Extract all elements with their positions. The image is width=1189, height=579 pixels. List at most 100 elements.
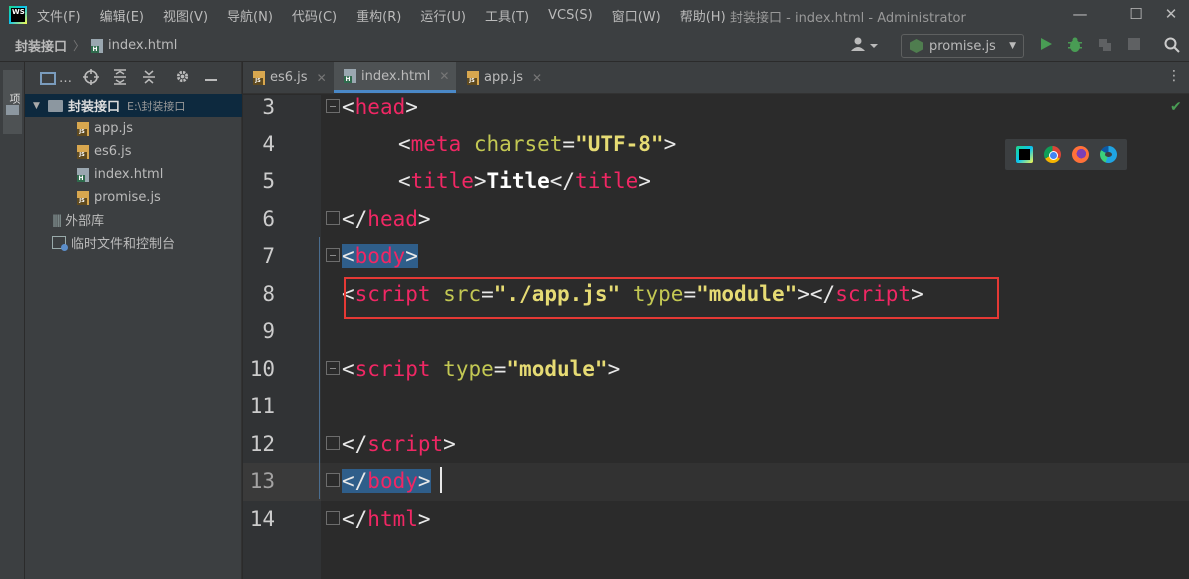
collapse-all-icon[interactable]: [140, 69, 158, 87]
line-number: 8: [262, 282, 275, 306]
chrome-icon[interactable]: [1043, 146, 1061, 163]
menu-help[interactable]: 帮助(H): [680, 6, 726, 25]
code-punct: </: [342, 469, 368, 493]
code-line-14: </html>: [342, 507, 431, 545]
tree-file-label: es6.js: [94, 144, 132, 159]
tree-external-libs-label: 外部库: [65, 214, 105, 229]
inspection-ok-icon[interactable]: ✔: [1170, 99, 1182, 115]
minimize-button[interactable]: —: [1069, 4, 1091, 24]
close-button[interactable]: ✕: [1160, 4, 1182, 24]
line-number: 11: [249, 394, 275, 418]
tool-window-strip: 项目: [0, 62, 25, 579]
menu-view[interactable]: 视图(V): [163, 6, 208, 25]
tree-file-app-js[interactable]: app.js: [25, 117, 242, 140]
menu-navigate[interactable]: 导航(N): [227, 6, 273, 25]
code-punct: >: [405, 244, 418, 268]
fold-marker[interactable]: [326, 211, 340, 225]
html-file-icon: [77, 167, 89, 182]
maximize-button[interactable]: ☐: [1125, 4, 1147, 24]
chevron-down-icon[interactable]: ▼: [33, 101, 45, 111]
tree-file-es6-js[interactable]: es6.js: [25, 140, 242, 163]
line-number: 9: [262, 319, 275, 343]
tree-file-promise-js[interactable]: promise.js: [25, 186, 242, 209]
menu-window[interactable]: 窗口(W): [612, 6, 661, 25]
menu-code[interactable]: 代码(C): [292, 6, 337, 25]
breadcrumb-separator: 〉: [73, 39, 86, 53]
annotation-highlight-box: [344, 277, 999, 319]
code-attr: type: [443, 357, 494, 381]
code-punct: >: [663, 132, 677, 156]
fold-marker[interactable]: [326, 99, 340, 113]
code-editor[interactable]: 3 4 5 6 7 8 9 10 11 12 13 14 <head> <met…: [243, 95, 1189, 579]
gear-icon[interactable]: [173, 69, 191, 87]
menu-tools[interactable]: 工具(T): [485, 6, 529, 25]
menu-refactor[interactable]: 重构(R): [356, 6, 401, 25]
edge-icon[interactable]: [1099, 146, 1117, 163]
coverage-icon[interactable]: [1096, 37, 1114, 55]
close-icon[interactable]: ✕: [317, 71, 327, 85]
close-icon[interactable]: ✕: [439, 69, 449, 83]
menu-vcs[interactable]: VCS(S): [548, 8, 593, 23]
code-line-4: <meta charset="UTF-8">: [398, 132, 676, 170]
fold-marker[interactable]: [326, 361, 340, 375]
webstorm-logo-icon[interactable]: WS: [9, 6, 27, 24]
code-punct: >: [417, 507, 431, 531]
menu-run[interactable]: 运行(U): [420, 6, 466, 25]
search-icon[interactable]: [1163, 37, 1181, 55]
code-punct: </: [342, 432, 368, 456]
menu-file[interactable]: 文件(F): [37, 6, 81, 25]
project-view-select[interactable]: …: [59, 71, 72, 86]
tab-es6-js[interactable]: es6.js ✕: [243, 62, 332, 93]
code-tag: body: [354, 244, 406, 268]
tree-root-folder[interactable]: ▼ 封装接口 E:\封装接口: [25, 94, 242, 117]
code-punct: >: [443, 432, 456, 456]
debug-icon[interactable]: [1066, 37, 1084, 55]
html-file-icon: [91, 38, 104, 53]
project-tool-tab[interactable]: 项目: [3, 70, 22, 134]
fold-marker[interactable]: [326, 248, 340, 262]
code-punct: >: [405, 95, 418, 119]
locate-icon[interactable]: [82, 69, 100, 87]
run-icon[interactable]: [1037, 37, 1055, 55]
fold-marker[interactable]: [326, 511, 340, 525]
tab-index-html[interactable]: index.html ✕: [334, 62, 456, 93]
html-file-icon: [344, 69, 356, 83]
stop-icon[interactable]: [1125, 37, 1143, 55]
tabs-menu-icon[interactable]: ⋮: [1167, 68, 1181, 84]
line-number: 7: [262, 244, 275, 268]
tab-app-js[interactable]: app.js ✕: [457, 62, 551, 93]
folder-icon: [48, 99, 63, 112]
fold-marker[interactable]: [326, 436, 340, 450]
code-tag: title: [575, 169, 639, 193]
js-file-icon: [77, 121, 89, 136]
code-punct: >: [473, 169, 487, 193]
close-icon[interactable]: ✕: [532, 71, 542, 85]
line-number: 4: [262, 132, 275, 156]
nodejs-icon: [910, 39, 923, 53]
webstorm-icon[interactable]: [1015, 146, 1033, 163]
hide-panel-icon[interactable]: [202, 69, 220, 87]
tree-scratches[interactable]: 临时文件和控制台: [25, 231, 242, 254]
js-file-icon: [77, 144, 89, 159]
tree-file-label: app.js: [94, 121, 133, 136]
fold-marker[interactable]: [326, 473, 340, 487]
menu-edit[interactable]: 编辑(E): [100, 6, 144, 25]
project-view-icon[interactable]: [40, 71, 56, 85]
breadcrumb-project[interactable]: 封装接口: [15, 36, 67, 55]
firefox-icon[interactable]: [1071, 146, 1089, 163]
user-icon[interactable]: [851, 37, 883, 55]
tree-file-label: promise.js: [94, 190, 161, 205]
window-title: 封装接口 - index.html - Administrator: [730, 11, 966, 26]
code-tag: html: [367, 507, 418, 531]
code-punct: <: [398, 169, 411, 193]
expand-all-icon[interactable]: [111, 69, 129, 87]
line-number: 14: [249, 507, 275, 531]
code-tag: body: [367, 469, 418, 493]
js-file-icon: [77, 190, 89, 205]
code-tag: title: [410, 169, 474, 193]
editor-tab-bar: es6.js ✕ index.html ✕ app.js ✕ ⋮: [243, 62, 1189, 94]
run-configuration-select[interactable]: promise.js ▼: [901, 34, 1024, 58]
breadcrumb-file[interactable]: index.html: [108, 38, 177, 53]
tree-external-libraries[interactable]: |||| 外部库: [25, 208, 242, 231]
tree-file-index-html[interactable]: index.html: [25, 163, 242, 186]
